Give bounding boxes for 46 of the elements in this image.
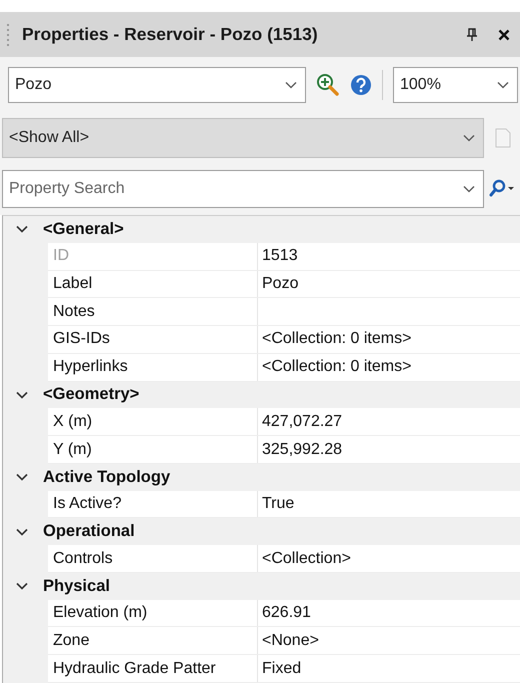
property-value[interactable]: <Collection: 0 items> (258, 354, 520, 381)
property-name[interactable]: Is Active? (48, 490, 258, 518)
search-button[interactable] (488, 179, 516, 199)
pin-button[interactable] (466, 28, 478, 42)
zoom-dropdown[interactable]: 100% (393, 67, 518, 103)
window-title: Properties - Reservoir - Pozo (1513) (22, 24, 319, 45)
property-value[interactable]: <None> (258, 627, 520, 654)
property-name[interactable]: X (m) (48, 408, 258, 436)
property-name[interactable]: Y (m) (48, 436, 258, 463)
category-name: Physical (43, 576, 110, 596)
property-value[interactable]: <Collection> (258, 545, 520, 572)
property-name[interactable]: GIS-IDs (48, 326, 258, 353)
property-value[interactable]: Pozo (258, 270, 520, 298)
chevron-down-icon (497, 81, 509, 89)
chevron-down-icon (285, 81, 297, 89)
property-value[interactable]: 626.91 (258, 600, 520, 626)
property-value[interactable]: Fixed (258, 655, 520, 682)
category-name: <General> (43, 220, 124, 239)
property-name[interactable]: Elevation (m) (48, 600, 258, 626)
expander-icon[interactable] (15, 582, 29, 590)
expander-icon[interactable] (15, 473, 29, 482)
property-value[interactable]: True (258, 490, 520, 518)
property-name[interactable]: Label (48, 270, 258, 298)
expander-icon[interactable] (15, 225, 29, 234)
property-name[interactable]: Hyperlinks (48, 354, 258, 381)
property-value[interactable]: 325,992.28 (258, 436, 520, 463)
grip-icon (6, 22, 10, 46)
expander-icon[interactable] (15, 528, 29, 536)
search-field[interactable]: Property Search (2, 170, 484, 208)
category-name: Operational (43, 522, 135, 542)
chevron-down-icon (463, 185, 475, 193)
chevron-down-icon (463, 134, 475, 142)
category-name: <Geometry> (43, 385, 140, 404)
zoom-in-button[interactable] (316, 73, 340, 97)
property-name[interactable]: Controls (48, 545, 258, 572)
property-value[interactable]: <Collection: 0 items> (258, 326, 520, 353)
filter-dropdown[interactable]: <Show All> (2, 118, 484, 158)
help-button[interactable] (350, 74, 372, 96)
property-name[interactable]: Zone (48, 627, 258, 654)
property-name[interactable]: Hydraulic Grade Patter (48, 655, 258, 682)
property-value[interactable]: 427,072.27 (258, 408, 520, 436)
category-name: Active Topology (43, 468, 170, 487)
close-button[interactable] (498, 28, 510, 40)
expander-icon[interactable] (15, 390, 29, 399)
element-dropdown[interactable]: Pozo (8, 67, 306, 103)
property-value[interactable]: 1513 (258, 242, 520, 270)
